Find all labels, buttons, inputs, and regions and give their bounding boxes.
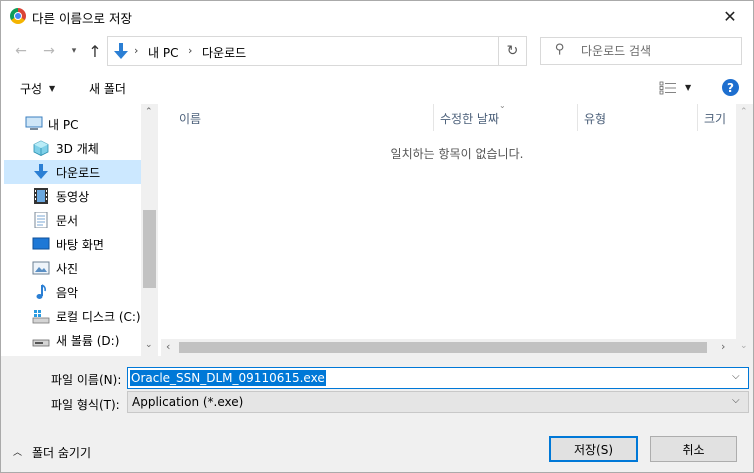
column-header-type[interactable]: 유형 [578, 104, 698, 131]
document-icon [34, 212, 48, 228]
organize-button[interactable]: 구성 [20, 80, 42, 97]
new-folder-button[interactable]: 새 폴더 [89, 80, 126, 97]
vertical-scrollbar[interactable]: ⌃ ⌄ [736, 104, 753, 356]
search-icon: ⚲ [555, 42, 565, 57]
column-header-name[interactable]: 이름 [173, 104, 434, 131]
close-button[interactable]: ✕ [707, 1, 753, 31]
computer-icon [25, 116, 43, 130]
save-options-panel: 파일 이름(N): Oracle_SSN_DLM_09110615.exe ⌵ … [1, 356, 753, 472]
download-arrow-icon [34, 164, 48, 179]
empty-folder-message: 일치하는 항목이 없습니다. [390, 147, 524, 161]
nav-item-label: 다운로드 [56, 166, 101, 180]
breadcrumb-my-pc[interactable]: 내 PC [148, 44, 178, 61]
view-options-icon[interactable] [659, 81, 677, 95]
breadcrumb-separator: › [134, 44, 139, 57]
drive-icon [32, 339, 50, 347]
filename-label: 파일 이름(N): [51, 373, 122, 387]
nav-item-label: 내 PC [48, 118, 79, 132]
sort-chevron-icon: ⌄ [499, 101, 506, 110]
desktop-icon [32, 237, 50, 250]
nav-item-3d-objects[interactable]: 3D 개체 [4, 136, 141, 160]
hide-folders-button[interactable]: 폴더 숨기기 [32, 444, 91, 461]
filetype-selected-value: Application (*.exe) [132, 395, 244, 409]
navigation-pane: 내 PC 3D 개체 다운로드 동영상 문서 바탕 화면 사진 음악 로컬 디스… [1, 104, 158, 356]
nav-item-label: 문서 [56, 214, 79, 228]
video-film-icon [34, 188, 48, 204]
address-row: ← → ▾ ↑ › 내 PC › 다운로드 ⌵ ↻ ⚲ [1, 34, 753, 68]
nav-item-label: 로컬 디스크 (C:) [56, 310, 141, 324]
nav-item-desktop[interactable]: 바탕 화면 [4, 232, 141, 256]
breadcrumb-separator: › [188, 44, 193, 57]
nav-item-label: 바탕 화면 [56, 238, 104, 252]
filetype-select[interactable]: Application (*.exe) ⌵ [127, 391, 749, 413]
search-input[interactable] [581, 39, 736, 63]
up-arrow-icon[interactable]: ↑ [85, 41, 105, 61]
refresh-icon[interactable]: ↻ [499, 36, 527, 66]
nav-item-label: 새 볼륨 (D:) [56, 334, 120, 348]
nav-item-documents[interactable]: 문서 [4, 208, 141, 232]
command-toolbar: 구성 ▼ 새 폴더 ▼ ? [1, 71, 753, 104]
nav-item-label: 사진 [56, 262, 79, 276]
3d-objects-icon [33, 140, 49, 156]
nav-scroll-thumb[interactable] [143, 210, 156, 288]
hide-folders-chevron-icon[interactable]: ︿ [13, 445, 22, 458]
filename-combobox[interactable]: Oracle_SSN_DLM_09110615.exe ⌵ [127, 367, 749, 389]
nav-item-videos[interactable]: 동영상 [4, 184, 141, 208]
nav-item-label: 동영상 [56, 190, 90, 204]
pictures-icon [32, 261, 50, 275]
cancel-button[interactable]: 취소 [650, 436, 737, 462]
save-as-dialog: 다른 이름으로 저장 ✕ ← → ▾ ↑ › 내 PC › 다운로드 ⌵ ↻ ⚲… [0, 0, 754, 473]
nav-item-my-pc[interactable]: 내 PC [4, 112, 141, 136]
filename-selected-text: Oracle_SSN_DLM_09110615.exe [130, 370, 326, 386]
window-title: 다른 이름으로 저장 [32, 11, 132, 26]
column-header-size[interactable]: 크기 [698, 104, 736, 131]
nav-item-new-volume-d[interactable]: 새 볼륨 (D:) [4, 328, 141, 352]
nav-item-label: 음악 [56, 286, 79, 300]
scroll-left-chevron-icon[interactable]: ‹ [166, 340, 170, 353]
music-note-icon [36, 284, 46, 299]
horizontal-scroll-thumb[interactable] [179, 342, 707, 353]
scroll-down-chevron-icon[interactable]: ⌄ [740, 341, 748, 351]
nav-item-music[interactable]: 음악 [4, 280, 141, 304]
nav-item-downloads[interactable]: 다운로드 [4, 160, 141, 184]
title-bar: 다른 이름으로 저장 ✕ [1, 1, 753, 31]
help-icon[interactable]: ? [722, 79, 739, 96]
save-button[interactable]: 저장(S) [549, 436, 638, 462]
horizontal-scrollbar[interactable]: ‹ › [161, 339, 736, 356]
download-folder-icon [114, 43, 128, 59]
scroll-up-chevron-icon[interactable]: ⌃ [145, 107, 153, 117]
search-box[interactable]: ⚲ [540, 37, 742, 65]
back-arrow-icon[interactable]: ← [11, 41, 31, 61]
view-chevron-icon[interactable]: ▼ [685, 83, 691, 92]
breadcrumb-downloads[interactable]: 다운로드 [202, 44, 246, 61]
chrome-app-icon [10, 8, 26, 24]
nav-item-pictures[interactable]: 사진 [4, 256, 141, 280]
scroll-down-chevron-icon[interactable]: ⌄ [145, 340, 153, 350]
nav-pane-scrollbar[interactable]: ⌃ ⌄ [141, 104, 158, 356]
file-list-pane: 이름 수정한 날짜 ⌄ 유형 크기 일치하는 항목이 없습니다. ‹ › ⌃ ⌄ [161, 101, 753, 356]
recent-locations-chevron-icon[interactable]: ▾ [64, 41, 84, 61]
address-bar[interactable]: › 내 PC › 다운로드 ⌵ [107, 36, 586, 66]
nav-item-label: 3D 개체 [56, 142, 99, 156]
scroll-up-chevron-icon[interactable]: ⌃ [740, 107, 748, 117]
scroll-right-chevron-icon[interactable]: › [721, 340, 725, 353]
filetype-label: 파일 형식(T): [51, 398, 120, 412]
organize-chevron-icon[interactable]: ▼ [49, 84, 55, 93]
nav-item-local-disk-c[interactable]: 로컬 디스크 (C:) [4, 304, 141, 328]
filetype-dropdown-chevron-icon[interactable]: ⌵ [732, 395, 740, 406]
filename-dropdown-chevron-icon[interactable]: ⌵ [732, 371, 740, 382]
forward-arrow-icon[interactable]: → [39, 41, 59, 61]
column-header-date-modified[interactable]: 수정한 날짜 [434, 104, 578, 131]
windows-drive-icon [32, 310, 50, 324]
